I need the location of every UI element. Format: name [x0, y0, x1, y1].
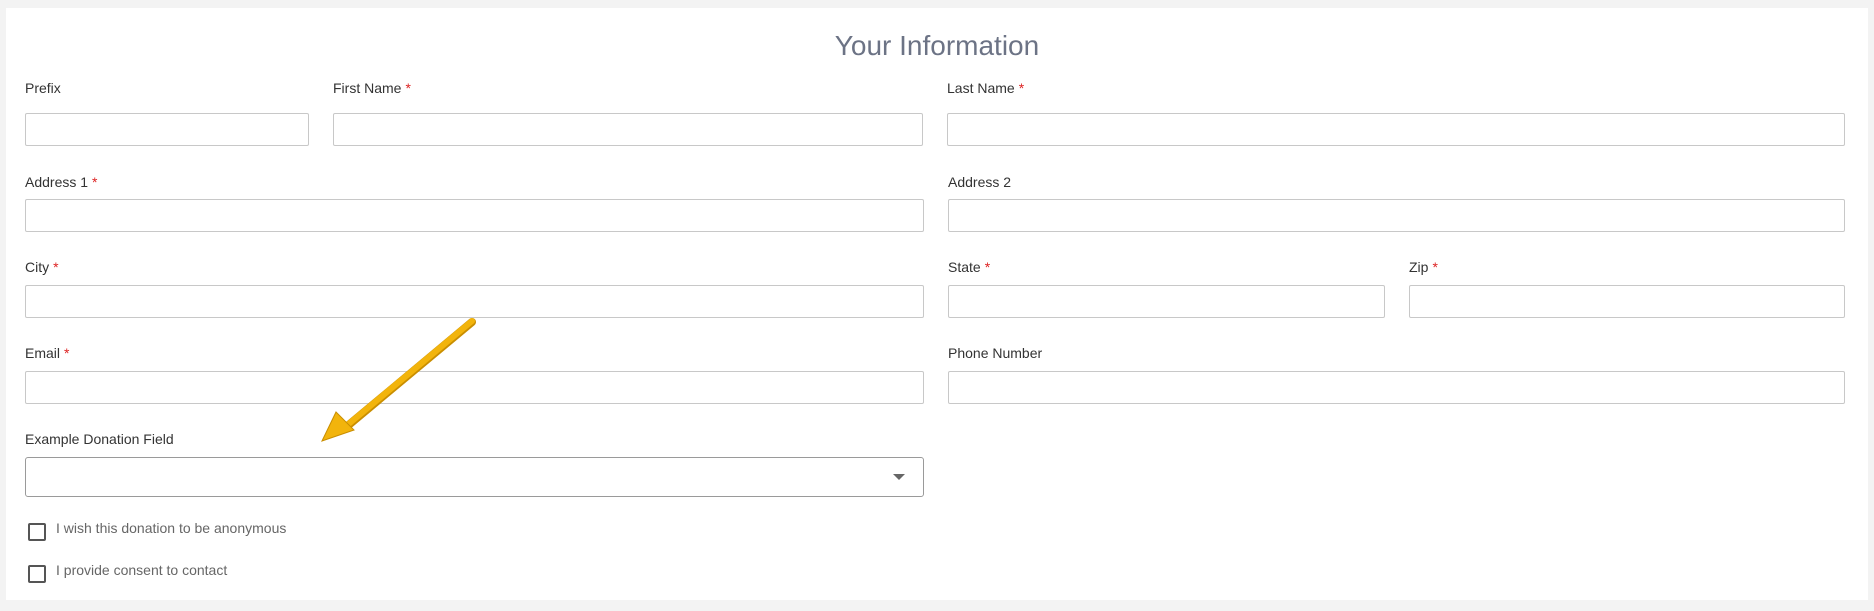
email-label: Email * [25, 345, 70, 361]
required-marker: * [64, 345, 70, 361]
phone-label: Phone Number [948, 345, 1043, 361]
address2-label: Address 2 [948, 174, 1012, 190]
phone-input[interactable] [948, 371, 1845, 404]
anonymous-checkbox-label[interactable]: I wish this donation to be anonymous [56, 520, 286, 536]
zip-input[interactable] [1409, 285, 1845, 318]
required-marker: * [405, 80, 411, 96]
required-marker: * [1432, 259, 1438, 275]
form-card: Your Information Prefix First Name * Last… [6, 8, 1868, 600]
email-input[interactable] [25, 371, 924, 404]
last-name-input[interactable] [947, 113, 1845, 146]
state-label: State * [948, 259, 991, 275]
required-marker: * [92, 174, 98, 190]
address1-label: Address 1 * [25, 174, 98, 190]
required-marker: * [53, 259, 59, 275]
prefix-input[interactable] [25, 113, 309, 146]
anonymous-checkbox[interactable] [28, 523, 46, 541]
consent-checkbox-label[interactable]: I provide consent to contact [56, 562, 227, 578]
required-marker: * [984, 259, 991, 275]
consent-checkbox[interactable] [28, 565, 46, 583]
dropdown-caret-icon[interactable] [893, 474, 905, 480]
city-label: City * [25, 259, 59, 275]
prefix-label: Prefix [25, 80, 61, 96]
required-marker: * [1018, 80, 1025, 96]
first-name-input[interactable] [333, 113, 923, 146]
zip-label: Zip * [1409, 259, 1438, 275]
city-input[interactable] [25, 285, 924, 318]
donation-label: Example Donation Field [25, 431, 174, 447]
address1-input[interactable] [25, 199, 924, 232]
first-name-label: First Name * [333, 80, 411, 96]
address2-input[interactable] [948, 199, 1845, 232]
page-title: Your Information [834, 30, 1040, 61]
state-input[interactable] [948, 285, 1385, 318]
donation-select[interactable] [25, 457, 924, 497]
last-name-label: Last Name * [947, 80, 1025, 96]
